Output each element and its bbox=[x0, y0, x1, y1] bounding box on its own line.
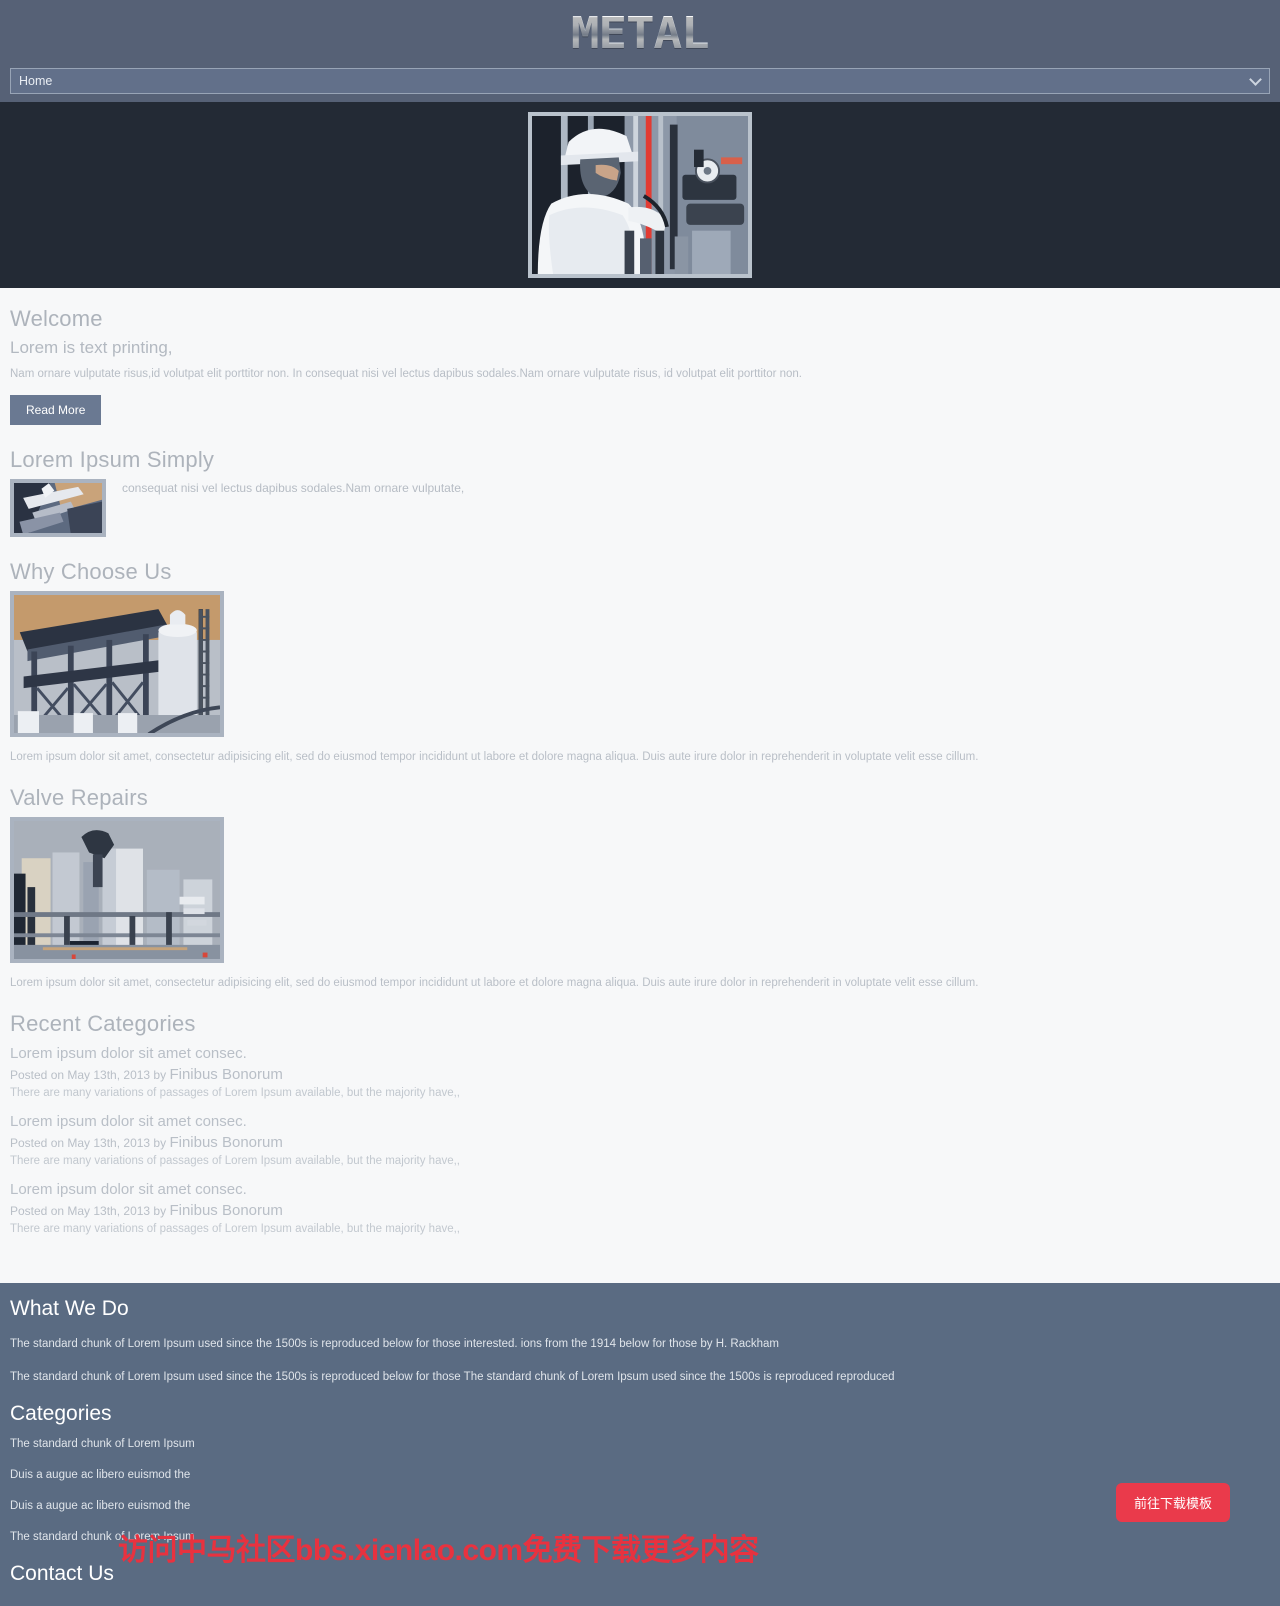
post-excerpt: There are many variations of passages of… bbox=[10, 1223, 461, 1236]
download-template-button[interactable]: 前往下载模板 bbox=[1115, 1483, 1230, 1522]
section-recent-categories: Recent Categories Lorem ipsum dolor sit … bbox=[10, 1011, 1270, 1235]
metal-fabrication-image bbox=[14, 483, 102, 534]
hero-banner bbox=[0, 102, 1280, 288]
contact-us-title: Contact Us bbox=[10, 1561, 114, 1585]
post-excerpt: There are many variations of passages of… bbox=[10, 1087, 461, 1100]
footer-category-item[interactable]: The standard chunk of Lorem Ipsum bbox=[10, 1531, 1270, 1543]
footer-category-item[interactable]: Duis a augue ac libero euismod the bbox=[10, 1469, 1270, 1481]
nav-select-wrapper: Home bbox=[10, 68, 1270, 94]
lorem-simply-row: consequat nisi vel lectus dapibus sodale… bbox=[10, 479, 1270, 538]
post-author: Finibus Bonorum bbox=[169, 1066, 283, 1084]
site-footer: What We Do The standard chunk of Lorem I… bbox=[0, 1283, 1280, 1606]
hero-image-frame bbox=[528, 112, 752, 278]
post-meta-prefix: Posted on May 13th, 2013 by bbox=[10, 1136, 167, 1151]
recent-categories-title: Recent Categories bbox=[10, 1011, 196, 1037]
site-header: METAL bbox=[0, 0, 1280, 68]
section-lorem-simply: Lorem Ipsum Simply consequat nisi vel le… bbox=[10, 447, 1270, 538]
list-item[interactable]: Lorem ipsum dolor sit amet consec. Poste… bbox=[10, 1113, 1270, 1167]
welcome-title: Welcome bbox=[10, 306, 103, 331]
what-we-do-title: What We Do bbox=[10, 1297, 129, 1320]
valve-repairs-title: Valve Repairs bbox=[10, 785, 148, 811]
post-meta: Posted on May 13th, 2013 by Finibus Bono… bbox=[10, 1066, 1270, 1083]
post-excerpt: There are many variations of passages of… bbox=[10, 1155, 461, 1168]
section-why-choose-us: Why Choose Us Lorem ipsum dolor sit amet… bbox=[10, 559, 1270, 763]
why-choose-image-frame bbox=[10, 591, 224, 738]
post-meta: Posted on May 13th, 2013 by Finibus Bono… bbox=[10, 1134, 1270, 1151]
welcome-lead: Lorem is text printing, bbox=[10, 338, 173, 357]
why-choose-caption: Lorem ipsum dolor sit amet, consectetur … bbox=[10, 751, 979, 764]
why-choose-title: Why Choose Us bbox=[10, 559, 172, 585]
lorem-simply-title: Lorem Ipsum Simply bbox=[10, 447, 215, 473]
welcome-body: Nam ornare vulputate risus,id volutpat e… bbox=[10, 368, 803, 380]
industrial-plant-image bbox=[14, 595, 220, 734]
footer-category-item[interactable]: The standard chunk of Lorem Ipsum bbox=[10, 1438, 1270, 1450]
site-logo: METAL bbox=[571, 8, 710, 59]
lorem-simply-thumbnail bbox=[10, 479, 106, 538]
post-title: Lorem ipsum dolor sit amet consec. bbox=[10, 1045, 247, 1063]
post-author: Finibus Bonorum bbox=[169, 1202, 283, 1220]
valve-repairs-image-frame bbox=[10, 817, 224, 964]
nav-page-select[interactable]: Home bbox=[10, 68, 1270, 94]
list-item[interactable]: Lorem ipsum dolor sit amet consec. Poste… bbox=[10, 1045, 1270, 1099]
read-more-button[interactable]: Read More bbox=[10, 395, 102, 426]
nav-select-value: Home bbox=[19, 74, 53, 88]
primary-navigation: Home bbox=[0, 68, 1280, 102]
post-meta-prefix: Posted on May 13th, 2013 by bbox=[10, 1204, 167, 1219]
post-author: Finibus Bonorum bbox=[169, 1134, 283, 1152]
footer-categories-title: Categories bbox=[10, 1401, 112, 1425]
lorem-simply-text: consequat nisi vel lectus dapibus sodale… bbox=[122, 481, 465, 496]
section-valve-repairs: Valve Repairs Lorem ipsum dolor sit amet… bbox=[10, 785, 1270, 989]
main-content: Welcome Lorem is text printing, Nam orna… bbox=[0, 288, 1280, 1236]
post-title: Lorem ipsum dolor sit amet consec. bbox=[10, 1113, 247, 1131]
footer-category-item[interactable]: Duis a augue ac libero euismod the bbox=[10, 1500, 1270, 1512]
list-item[interactable]: Lorem ipsum dolor sit amet consec. Poste… bbox=[10, 1181, 1270, 1235]
hero-worker-image bbox=[532, 116, 748, 274]
what-we-do-paragraph-2: The standard chunk of Lorem Ipsum used s… bbox=[10, 1371, 895, 1384]
refinery-image bbox=[14, 821, 220, 960]
post-meta-prefix: Posted on May 13th, 2013 by bbox=[10, 1068, 167, 1083]
section-welcome: Welcome Lorem is text printing, Nam orna… bbox=[10, 306, 1270, 426]
post-meta: Posted on May 13th, 2013 by Finibus Bono… bbox=[10, 1202, 1270, 1219]
valve-repairs-caption: Lorem ipsum dolor sit amet, consectetur … bbox=[10, 977, 979, 990]
post-title: Lorem ipsum dolor sit amet consec. bbox=[10, 1181, 247, 1199]
what-we-do-paragraph-1: The standard chunk of Lorem Ipsum used s… bbox=[10, 1338, 780, 1350]
